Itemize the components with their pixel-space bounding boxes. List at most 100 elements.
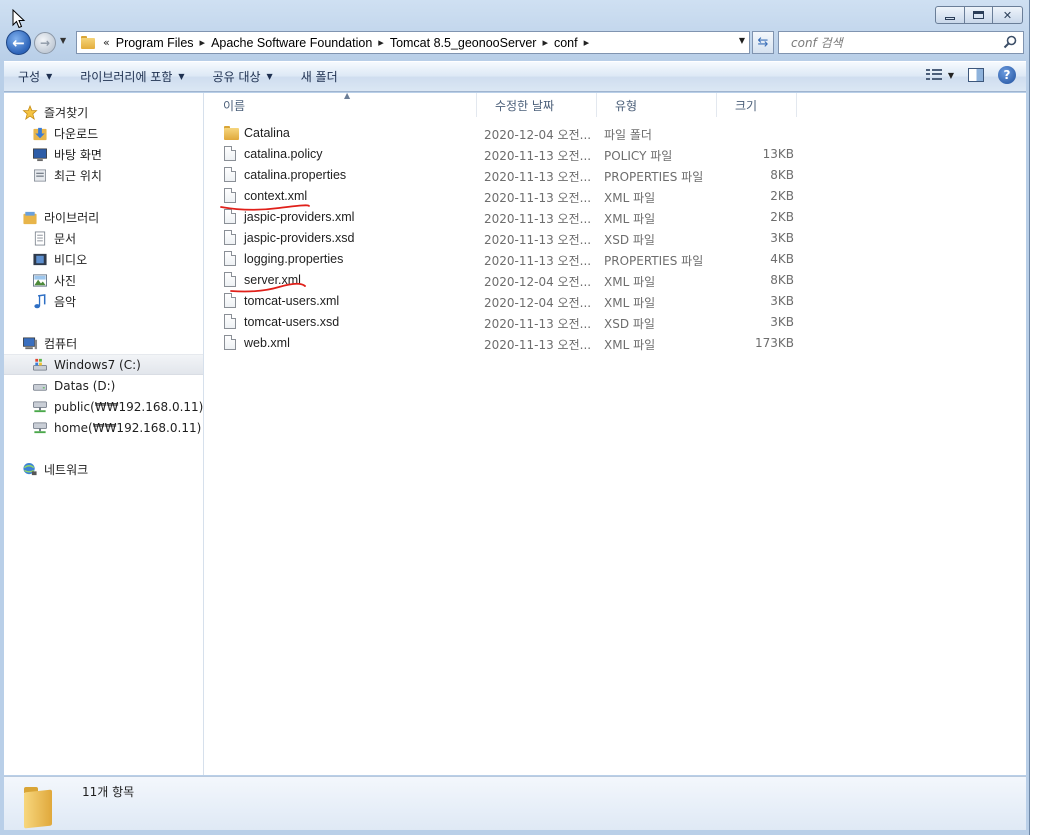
- column-header-name[interactable]: 이름 ▲: [205, 91, 477, 117]
- file-row[interactable]: server.xml 2020-12-04 오전... XML 파일 8KB: [221, 270, 799, 291]
- red-underline-annotation: [220, 204, 310, 211]
- network-icon: [23, 462, 37, 476]
- file-date: 2020-11-13 오전...: [484, 149, 592, 163]
- search-input[interactable]: [791, 32, 1001, 53]
- back-button[interactable]: ←: [6, 30, 31, 55]
- search-icon[interactable]: [1003, 35, 1017, 49]
- file-row[interactable]: logging.properties 2020-11-13 오전... PROPER…: [221, 249, 799, 270]
- nav-item-libraries[interactable]: 라이브러리: [4, 207, 203, 228]
- chevron-down-icon: ▼: [738, 36, 745, 45]
- include-in-library-button[interactable]: 라이브러리에 포함 ▼: [66, 65, 198, 89]
- file-name: Catalina: [244, 126, 290, 140]
- file-row[interactable]: tomcat-users.xsd 2020-11-13 오전... XSD 파일 3K…: [221, 312, 799, 333]
- nav-item-videos[interactable]: 비디오: [4, 249, 203, 270]
- file-row[interactable]: catalina.properties 2020-11-13 오전... PROPE…: [221, 165, 799, 186]
- nav-item-drive-y[interactable]: public(₩₩192.168.0.11) (Y:): [4, 396, 204, 417]
- mouse-cursor-icon: [12, 9, 26, 29]
- file-size: 4KB: [770, 252, 794, 266]
- file-type: XML 파일: [604, 191, 656, 205]
- nav-item-drive-z[interactable]: home(₩₩192.168.0.11) (Z:): [4, 417, 203, 438]
- file-date: 2020-11-13 오전...: [484, 212, 592, 226]
- breadcrumb-separator[interactable]: ▸: [200, 36, 206, 49]
- navigation-bar: ← → ▼ « Program Files ▸ Apache Software …: [0, 28, 1030, 58]
- breadcrumb-separator[interactable]: ▸: [378, 36, 384, 49]
- file-date: 2020-11-13 오전...: [484, 191, 592, 205]
- chevron-down-icon: ▼: [46, 72, 53, 81]
- include-library-label: 라이브러리에 포함: [80, 70, 173, 84]
- nav-item-drive-c[interactable]: Windows7 (C:): [4, 354, 203, 375]
- address-dropdown-button[interactable]: ▼: [739, 36, 745, 45]
- nav-item-recent[interactable]: 최근 위치: [4, 165, 203, 186]
- new-folder-button[interactable]: 새 폴더: [287, 65, 352, 89]
- file-date: 2020-11-13 오전...: [484, 338, 592, 352]
- help-icon[interactable]: ?: [998, 66, 1016, 84]
- file-row[interactable]: tomcat-users.xml 2020-12-04 오전... XML 파일 3K…: [221, 291, 799, 312]
- breadcrumb-program-files[interactable]: Program Files: [116, 36, 194, 50]
- nav-label: 사진: [54, 274, 77, 288]
- minimize-button[interactable]: [935, 6, 965, 24]
- file-date: 2020-11-13 오전...: [484, 254, 592, 268]
- document-icon: [224, 251, 239, 268]
- breadcrumb-tomcat[interactable]: Tomcat 8.5_geonooServer: [390, 36, 537, 50]
- nav-item-computer[interactable]: 컴퓨터: [4, 333, 203, 354]
- toolbar-right-group: ▼ ?: [925, 66, 1016, 84]
- nav-item-network[interactable]: 네트워크: [4, 459, 203, 480]
- nav-item-music[interactable]: 음악: [4, 291, 203, 312]
- file-date: 2020-11-13 오전...: [484, 233, 592, 247]
- breadcrumb-apache[interactable]: Apache Software Foundation: [211, 36, 372, 50]
- history-chevron[interactable]: «: [103, 36, 110, 49]
- nav-label: 음악: [54, 295, 77, 309]
- refresh-button[interactable]: ⇆: [752, 31, 774, 54]
- file-size: 2KB: [770, 189, 794, 203]
- file-row[interactable]: web.xml 2020-11-13 오전... XML 파일 173KB: [221, 333, 799, 354]
- view-options-dropdown[interactable]: ▼: [948, 71, 954, 80]
- maximize-button[interactable]: [965, 6, 993, 24]
- file-row[interactable]: jaspic-providers.xsd 2020-11-13 오전... XSD …: [221, 228, 799, 249]
- document-icon: [224, 230, 239, 247]
- nav-item-desktop[interactable]: 바탕 화면: [4, 144, 203, 165]
- organize-button[interactable]: 구성 ▼: [4, 65, 66, 89]
- music-icon: [34, 294, 46, 309]
- nav-label: Datas (D:): [54, 378, 116, 393]
- column-header-size[interactable]: 크기: [717, 93, 797, 117]
- breadcrumb-separator[interactable]: ▸: [584, 36, 590, 49]
- window-caption-buttons: ✕: [935, 6, 1023, 24]
- document-icon: [224, 167, 239, 184]
- view-options-icon[interactable]: [925, 69, 942, 81]
- pictures-icon: [33, 274, 47, 287]
- sort-ascending-icon: ▲: [344, 91, 351, 100]
- network-drive-icon: [33, 422, 47, 434]
- file-row[interactable]: catalina.policy 2020-11-13 오전... POLICY 파일…: [221, 144, 799, 165]
- nav-item-pictures[interactable]: 사진: [4, 270, 203, 291]
- nav-item-drive-d[interactable]: Datas (D:): [4, 375, 203, 396]
- file-row[interactable]: Catalina 2020-12-04 오전... 파일 폴더: [221, 123, 799, 144]
- nav-item-documents[interactable]: 문서: [4, 228, 203, 249]
- preview-pane-icon[interactable]: [968, 68, 984, 82]
- nav-item-downloads[interactable]: 다운로드: [4, 123, 203, 144]
- file-date: 2020-11-13 오전...: [484, 317, 592, 331]
- forward-button[interactable]: →: [34, 32, 56, 54]
- nav-label: Windows7 (C:): [54, 357, 141, 372]
- refresh-icon: ⇆: [757, 35, 769, 50]
- column-label: 이름: [223, 98, 246, 113]
- downloads-folder-icon: [33, 127, 47, 141]
- nav-label: public(₩₩192.168.0.11) (Y:): [54, 399, 204, 414]
- file-size: 8KB: [770, 168, 794, 182]
- breadcrumb-separator[interactable]: ▸: [542, 36, 548, 49]
- file-type: PROPERTIES 파일: [604, 170, 704, 184]
- search-box[interactable]: [778, 31, 1024, 54]
- recent-pages-dropdown[interactable]: ▼: [60, 36, 66, 45]
- breadcrumb-conf[interactable]: conf: [554, 36, 578, 50]
- share-with-button[interactable]: 공유 대상 ▼: [199, 65, 287, 89]
- column-header-type[interactable]: 유형: [597, 93, 717, 117]
- desktop-icon: [33, 148, 47, 162]
- column-header-date[interactable]: 수정한 날짜: [477, 93, 597, 117]
- address-bar[interactable]: « Program Files ▸ Apache Software Founda…: [76, 31, 750, 54]
- nav-item-favorites[interactable]: 즐겨찾기: [4, 102, 203, 123]
- item-count: 11개 항목: [82, 785, 135, 799]
- close-button[interactable]: ✕: [993, 6, 1023, 24]
- chevron-down-icon: ▼: [266, 72, 273, 81]
- documents-icon: [34, 231, 46, 246]
- desktop-edge: [1030, 0, 1037, 835]
- system-drive-icon: [33, 358, 47, 371]
